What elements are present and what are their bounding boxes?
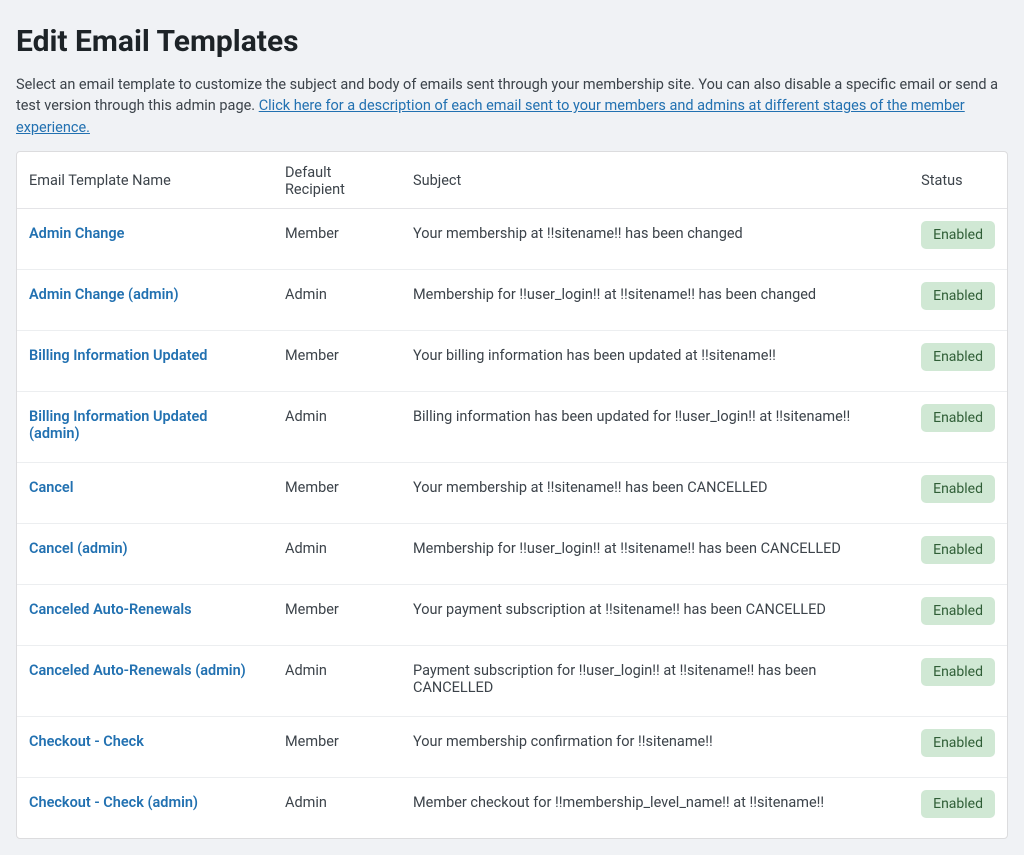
table-row: Admin Change (admin) AdminMembership for … bbox=[17, 269, 1007, 330]
recipient-cell: Admin bbox=[273, 645, 401, 716]
subject-cell: Your payment subscription at !!sitename!… bbox=[401, 584, 909, 645]
recipient-cell: Admin bbox=[273, 391, 401, 462]
status-cell: Enabled bbox=[909, 462, 1007, 523]
subject-cell: Your billing information has been update… bbox=[401, 330, 909, 391]
recipient-cell: Member bbox=[273, 462, 401, 523]
template-name-link[interactable]: Canceled Auto-Renewals (admin) bbox=[29, 662, 246, 679]
recipient-cell: Admin bbox=[273, 523, 401, 584]
intro-text: Select an email template to customize th… bbox=[16, 74, 1008, 139]
table-row: Admin Change MemberYour membership at !!s… bbox=[17, 208, 1007, 269]
status-cell: Enabled bbox=[909, 208, 1007, 269]
subject-cell: Billing information has been updated for… bbox=[401, 391, 909, 462]
status-badge[interactable]: Enabled bbox=[921, 343, 995, 371]
template-name-link[interactable]: Admin Change (admin) bbox=[29, 286, 179, 303]
status-cell: Enabled bbox=[909, 645, 1007, 716]
status-badge[interactable]: Enabled bbox=[921, 597, 995, 625]
status-cell: Enabled bbox=[909, 716, 1007, 777]
status-badge[interactable]: Enabled bbox=[921, 282, 995, 310]
recipient-cell: Member bbox=[273, 208, 401, 269]
status-cell: Enabled bbox=[909, 523, 1007, 584]
table-row: Checkout - Check (admin) AdminMember chec… bbox=[17, 777, 1007, 838]
template-name-link[interactable]: Checkout - Check (admin) bbox=[29, 794, 198, 811]
status-badge[interactable]: Enabled bbox=[921, 658, 995, 686]
template-name-link[interactable]: Billing Information Updated bbox=[29, 347, 207, 364]
col-header-recipient: Default Recipient bbox=[273, 152, 401, 209]
table-row: Checkout - Check MemberYour membership co… bbox=[17, 716, 1007, 777]
template-name-link[interactable]: Cancel (admin) bbox=[29, 540, 128, 557]
status-cell: Enabled bbox=[909, 330, 1007, 391]
status-badge[interactable]: Enabled bbox=[921, 221, 995, 249]
table-row: Cancel (admin) AdminMembership for !!user… bbox=[17, 523, 1007, 584]
template-name-link[interactable]: Checkout - Check bbox=[29, 733, 144, 750]
subject-cell: Your membership at !!sitename!! has been… bbox=[401, 462, 909, 523]
table-row: Canceled Auto-Renewals MemberYour payment… bbox=[17, 584, 1007, 645]
table-row: Cancel MemberYour membership at !!sitenam… bbox=[17, 462, 1007, 523]
status-badge[interactable]: Enabled bbox=[921, 536, 995, 564]
subject-cell: Member checkout for !!membership_level_n… bbox=[401, 777, 909, 838]
col-header-name: Email Template Name bbox=[17, 152, 273, 209]
templates-table-wrap: Email Template Name Default Recipient Su… bbox=[16, 151, 1008, 839]
col-header-subject: Subject bbox=[401, 152, 909, 209]
status-badge[interactable]: Enabled bbox=[921, 475, 995, 503]
status-cell: Enabled bbox=[909, 777, 1007, 838]
table-row: Canceled Auto-Renewals (admin) AdminPayme… bbox=[17, 645, 1007, 716]
status-cell: Enabled bbox=[909, 269, 1007, 330]
table-row: Billing Information Updated MemberYour bi… bbox=[17, 330, 1007, 391]
status-badge[interactable]: Enabled bbox=[921, 729, 995, 757]
table-row: Billing Information Updated (admin) Admin… bbox=[17, 391, 1007, 462]
subject-cell: Membership for !!user_login!! at !!siten… bbox=[401, 523, 909, 584]
subject-cell: Membership for !!user_login!! at !!siten… bbox=[401, 269, 909, 330]
recipient-cell: Admin bbox=[273, 269, 401, 330]
recipient-cell: Admin bbox=[273, 777, 401, 838]
template-name-link[interactable]: Cancel bbox=[29, 479, 74, 496]
recipient-cell: Member bbox=[273, 330, 401, 391]
status-badge[interactable]: Enabled bbox=[921, 790, 995, 818]
subject-cell: Payment subscription for !!user_login!! … bbox=[401, 645, 909, 716]
recipient-cell: Member bbox=[273, 584, 401, 645]
templates-table: Email Template Name Default Recipient Su… bbox=[17, 152, 1007, 838]
template-name-link[interactable]: Canceled Auto-Renewals bbox=[29, 601, 192, 618]
status-cell: Enabled bbox=[909, 391, 1007, 462]
template-name-link[interactable]: Billing Information Updated (admin) bbox=[29, 408, 207, 442]
subject-cell: Your membership at !!sitename!! has been… bbox=[401, 208, 909, 269]
page-title: Edit Email Templates bbox=[16, 24, 1008, 59]
status-cell: Enabled bbox=[909, 584, 1007, 645]
subject-cell: Your membership confirmation for !!siten… bbox=[401, 716, 909, 777]
template-name-link[interactable]: Admin Change bbox=[29, 225, 124, 242]
status-badge[interactable]: Enabled bbox=[921, 404, 995, 432]
col-header-status: Status bbox=[909, 152, 1007, 209]
recipient-cell: Member bbox=[273, 716, 401, 777]
